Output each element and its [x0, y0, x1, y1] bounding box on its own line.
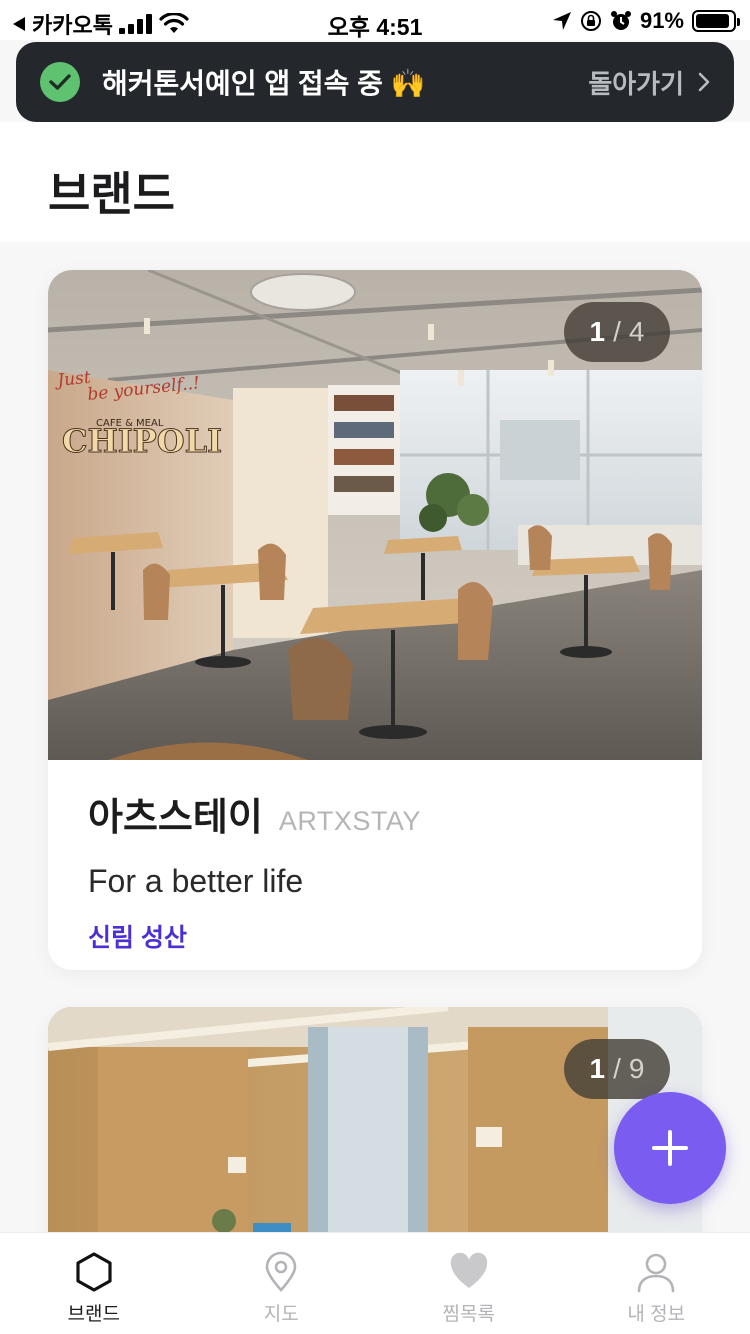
- nav-label: 내 정보: [627, 1304, 686, 1325]
- app-connection-banner: 해커톤서예인 앱 접속 중 🙌 돌아가기: [16, 42, 734, 122]
- nav-label: 찜목록: [442, 1304, 495, 1325]
- nav-label: 지도: [263, 1304, 299, 1325]
- battery-icon: [692, 10, 740, 32]
- brand-card[interactable]: Just be yourself..! CAFE & MEAL CHIPOLI …: [48, 270, 702, 970]
- counter-total: 9: [628, 1053, 645, 1084]
- nav-item-profile[interactable]: 내 정보: [563, 1233, 750, 1334]
- plus-icon: [652, 1130, 688, 1166]
- nav-item-brand[interactable]: 브랜드: [0, 1233, 188, 1334]
- brand-location: 신림 성산: [88, 924, 187, 952]
- counter-current: 1: [589, 316, 606, 347]
- rotation-lock-icon: [580, 11, 601, 31]
- heart-icon: [450, 1252, 487, 1288]
- check-circle-icon: [40, 62, 80, 102]
- image-counter: 1 / 9: [564, 1039, 670, 1099]
- map-pin-icon: [265, 1251, 297, 1292]
- battery-percent: 91%: [639, 8, 684, 33]
- bottom-nav: 브랜드 지도 찜목록 내 정보: [0, 1232, 750, 1334]
- brand-name-en: ARTXSTAY: [278, 806, 421, 836]
- alarm-icon: [610, 11, 631, 30]
- svg-text:CHIPOLI: CHIPOLI: [62, 422, 222, 460]
- banner-message: 해커톤서예인 앱 접속 중 🙌: [102, 68, 426, 99]
- counter-current: 1: [589, 1053, 606, 1084]
- counter-separator: /: [613, 1053, 621, 1084]
- page-title: 브랜드: [48, 168, 175, 220]
- status-bar: 카카오톡 오후 4:51 91%: [0, 0, 750, 40]
- brand-card[interactable]: 1 / 9: [48, 1007, 702, 1267]
- add-button[interactable]: [614, 1092, 726, 1204]
- chevron-right-icon: [698, 72, 710, 92]
- brand-slogan: For a better life: [88, 863, 304, 899]
- counter-total: 4: [628, 316, 645, 347]
- return-button[interactable]: 돌아가기: [588, 64, 710, 101]
- nav-label: 브랜드: [67, 1304, 120, 1325]
- battery-level: [696, 14, 729, 28]
- brand-name: 아츠스테이: [88, 797, 263, 839]
- counter-separator: /: [613, 316, 621, 347]
- return-label: 돌아가기: [588, 68, 684, 99]
- hexagon-icon: [76, 1252, 112, 1292]
- brand-info: 아츠스테이 ARTXSTAY For a better life 신림 성산: [88, 786, 672, 954]
- user-icon: [637, 1253, 675, 1293]
- image-counter: 1 / 4: [564, 302, 670, 362]
- location-arrow-icon: [552, 12, 571, 30]
- nav-item-wishlist[interactable]: 찜목록: [375, 1233, 563, 1334]
- nav-item-map[interactable]: 지도: [188, 1233, 376, 1334]
